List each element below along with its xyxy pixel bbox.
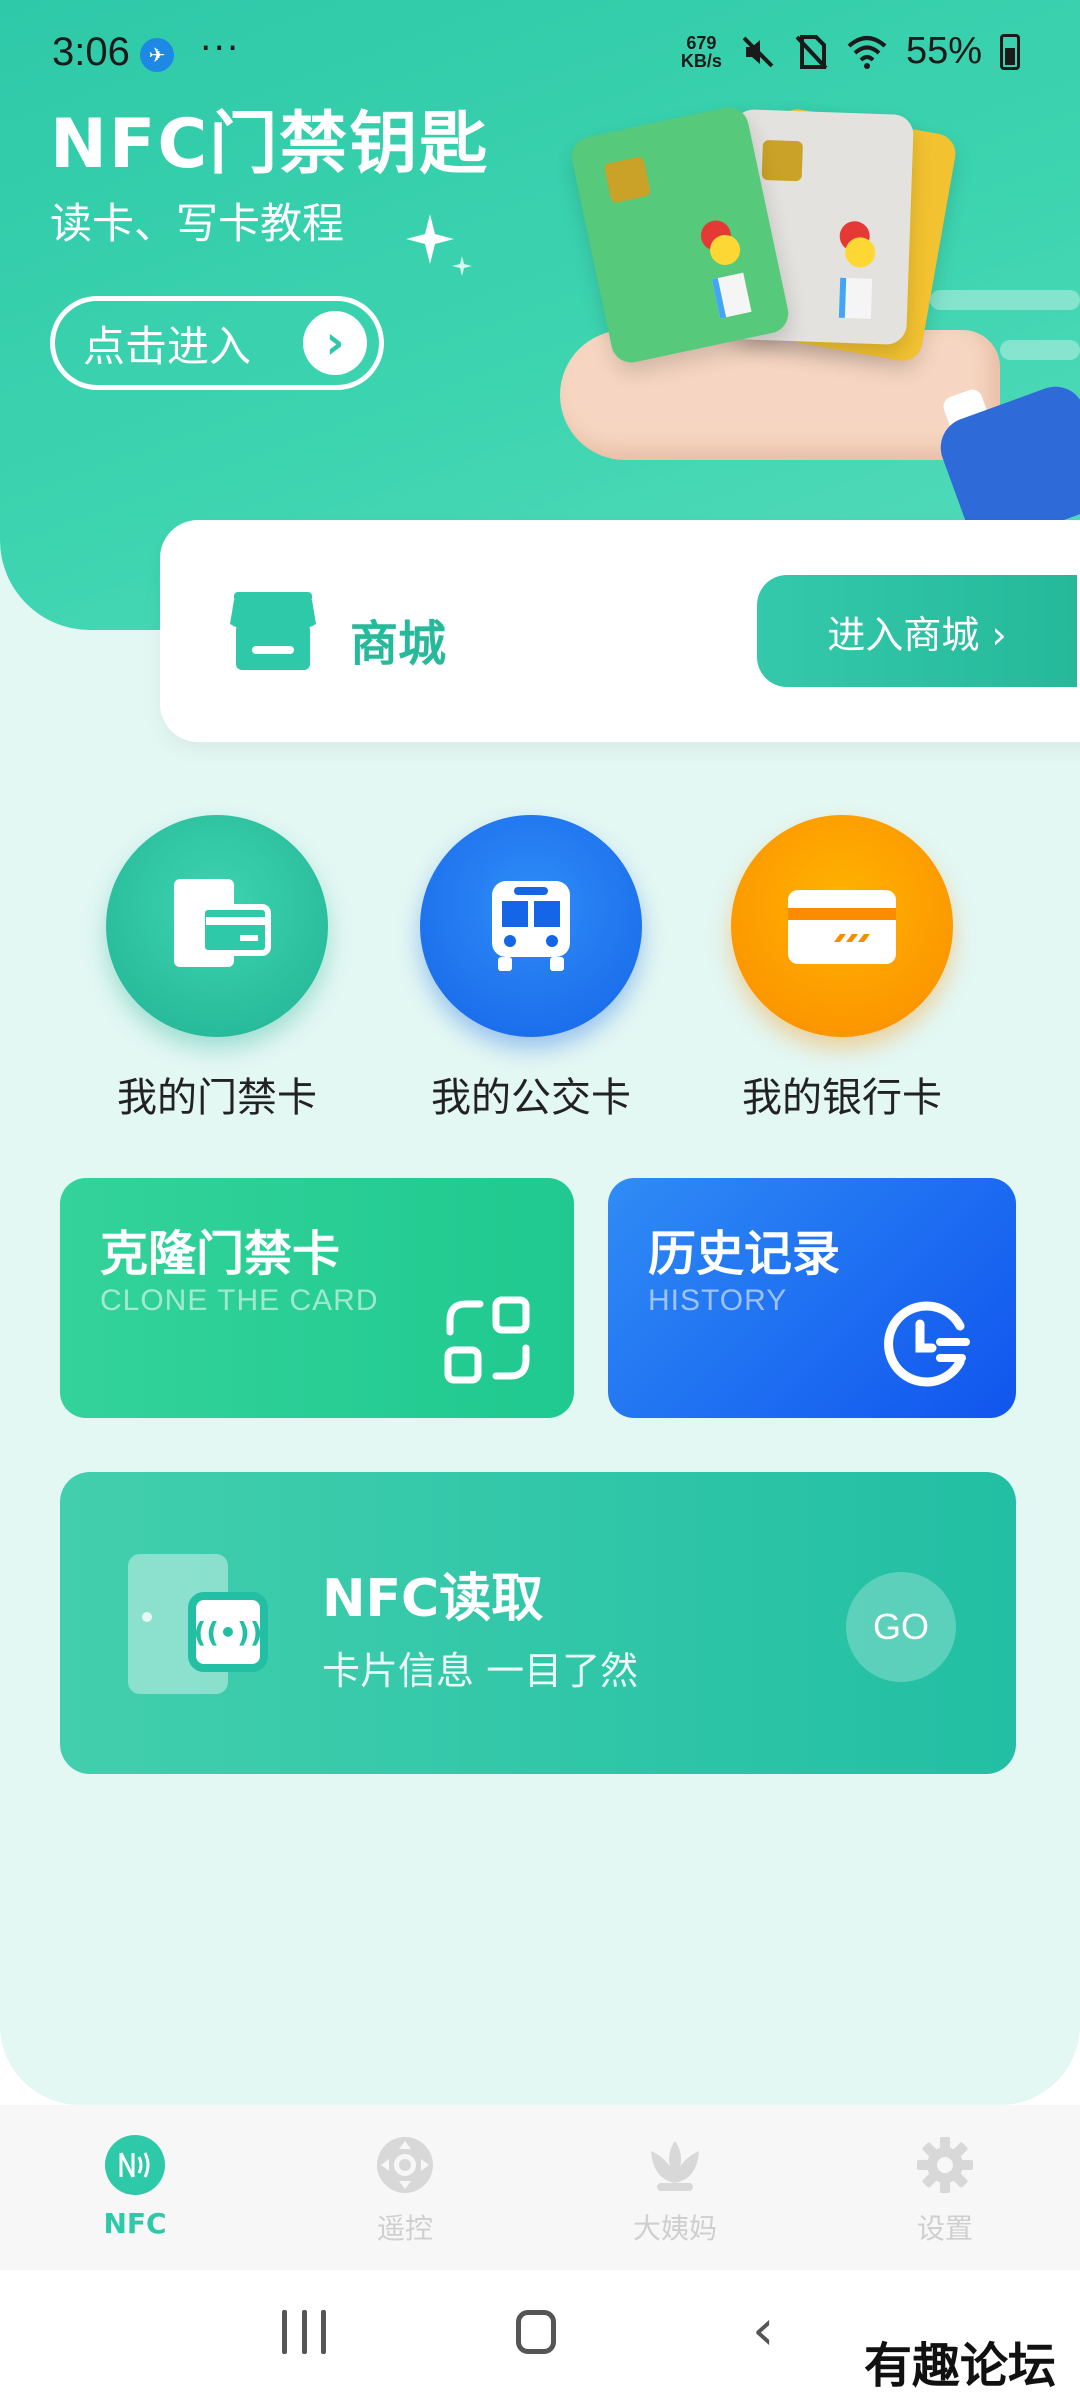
more-notifications-icon: ··· [200,28,241,69]
back-button[interactable]: ‹ [752,2298,774,2363]
my-bank-card-button[interactable]: 我的银行卡 [722,815,962,1123]
my-access-card-button[interactable]: 我的门禁卡 [97,815,337,1123]
watermark: 有趣论坛 [863,2338,1056,2394]
app-page: NFC门禁钥匙 读卡、写卡教程 点击进入 › 3:06 ✈ ··· 679 KB… [0,0,1080,2105]
bank-card-icon [731,815,953,1037]
wifi-icon [847,35,887,69]
status-time: 3:06 [52,30,130,74]
tab-label: 遥控 [376,2212,433,2245]
nfc-icon [105,2135,165,2195]
nfc-read-banner[interactable]: ((•)) NFC读取 卡片信息 一目了然 GO [60,1472,1016,1774]
battery-percent: 55% [905,30,982,72]
nfc-read-desc: 卡片信息 一目了然 [322,1649,639,1693]
tab-remote[interactable]: 遥控 [270,2105,540,2270]
tab-label: 大姨妈 [632,2212,717,2245]
store-card[interactable]: 商城 进入商城 › [160,520,1080,742]
store-icon [230,592,316,670]
bus-icon [420,815,642,1037]
history-clock-icon [884,1301,970,1387]
quick-label: 我的银行卡 [742,1075,942,1121]
access-card-icon [106,815,328,1037]
hero-subtitle: 读卡、写卡教程 [50,199,345,248]
app-notification-icon: ✈ [140,38,174,72]
enter-store-button[interactable]: 进入商城 › [757,575,1077,687]
nfc-signal-icon: ((•)) [188,1592,268,1672]
my-bus-card-button[interactable]: 我的公交卡 [411,815,651,1123]
network-speed: 679 KB/s [680,32,722,71]
quick-label: 我的公交卡 [431,1075,631,1121]
status-bar: 3:06 ✈ ··· 679 KB/s 55% [0,0,1080,110]
mute-icon [742,36,774,67]
store-label: 商城 [350,616,447,672]
gear-icon [915,2135,975,2195]
tab-nfc[interactable]: NFC [0,2105,270,2270]
tile-subtitle: HISTORY [648,1284,788,1317]
clone-card-tile[interactable]: 克隆门禁卡 CLONE THE CARD [60,1178,574,1418]
battery-icon [1000,33,1020,70]
recents-button[interactable] [282,2310,326,2354]
go-button[interactable]: GO [846,1572,956,1682]
tab-label: 设置 [916,2212,973,2245]
no-sim-icon [795,34,828,69]
hero-enter-button[interactable]: 点击进入 › [50,296,384,390]
chevron-right-icon: › [303,311,367,375]
hero-enter-label: 点击进入 [83,321,252,371]
tab-settings[interactable]: 设置 [810,2105,1080,2270]
cards-illustration [560,100,1080,552]
nfc-read-title: NFC读取 [322,1569,544,1629]
home-button[interactable] [516,2310,556,2354]
lotus-icon [645,2135,705,2195]
tab-period[interactable]: 大姨妈 [540,2105,810,2270]
history-tile[interactable]: 历史记录 HISTORY [608,1178,1016,1418]
quick-label: 我的门禁卡 [117,1075,317,1121]
bottom-tab-bar: NFC 遥控 大姨妈 设置 [0,2105,1080,2270]
clone-icon [444,1296,530,1384]
sparkle-icon [406,214,472,276]
remote-icon [375,2135,435,2195]
tile-title: 历史记录 [648,1226,841,1282]
tile-title: 克隆门禁卡 [100,1226,341,1282]
tile-subtitle: CLONE THE CARD [100,1284,379,1317]
tab-label: NFC [103,2207,167,2240]
